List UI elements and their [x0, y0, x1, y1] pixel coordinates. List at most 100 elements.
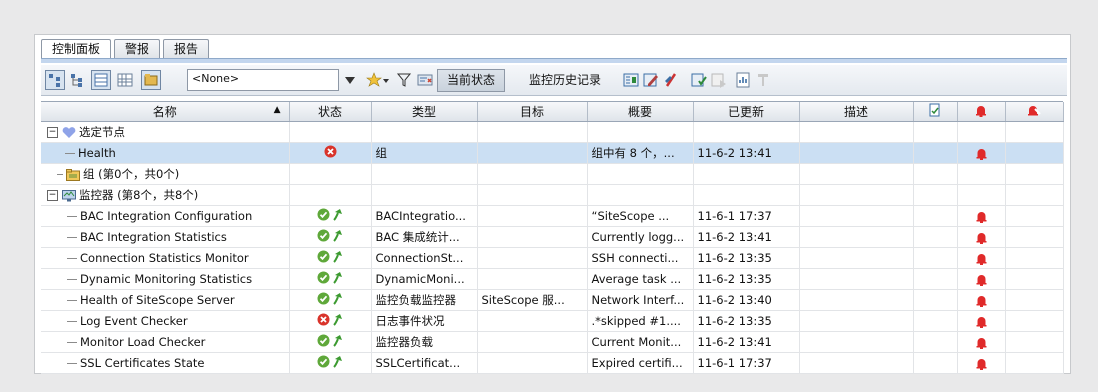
tree-row-selected-nodes[interactable]: − 选定节点: [41, 121, 1064, 143]
monitor-alert: [957, 289, 1006, 311]
tree-row-groups[interactable]: 组 (第0个，共0个): [41, 163, 1064, 185]
monitor-alert: [957, 331, 1006, 353]
monitor-row[interactable]: Health of SiteScope Server 监控负载监控器 SiteSco…: [41, 289, 1064, 311]
col-header-updated[interactable]: 已更新: [693, 102, 800, 122]
table-view-icon[interactable]: [91, 70, 111, 90]
alert-bell-icon: [976, 274, 986, 286]
chevron-down-icon[interactable]: [340, 70, 360, 90]
favorite-dropdown-icon[interactable]: [382, 72, 390, 88]
col-header-acknowledged[interactable]: [913, 102, 958, 122]
tab-dashboard[interactable]: 控制面板: [41, 39, 112, 60]
alert-bell-icon: [976, 148, 986, 160]
col-header-summary[interactable]: 概要: [587, 102, 694, 122]
monitor-summary: Current Monit...: [587, 331, 694, 353]
monitor-acknowledged: [913, 352, 958, 374]
tree-row-monitors[interactable]: − 监控器 (第8个，共8个): [41, 184, 1064, 206]
monitor-target: [477, 352, 588, 374]
monitor-acknowledged: [913, 226, 958, 248]
folder-view-icon[interactable]: [141, 70, 161, 90]
monitor-alert: [957, 310, 1006, 332]
monitor-acknowledged: [913, 310, 958, 332]
trend-up-icon: [332, 209, 342, 221]
tree-connector: [67, 258, 77, 259]
monitor-acknowledged: [913, 331, 958, 353]
tree-connector: [67, 321, 77, 322]
monitor-description: [799, 226, 914, 248]
properties-icon[interactable]: [623, 72, 639, 88]
monitor-row[interactable]: Connection Statistics Monitor ConnectionS…: [41, 247, 1064, 269]
col-header-alerts[interactable]: [957, 102, 1006, 122]
ok-status-icon: [317, 271, 329, 284]
tree-connector: [67, 342, 77, 343]
monitor-alert-disabled: [1005, 310, 1064, 332]
monitor-row[interactable]: Log Event Checker 日志事件状况 .*skipped #1.... 1…: [41, 310, 1064, 332]
hierarchy-view-icon[interactable]: [69, 72, 85, 88]
monitor-type: 监控负载监控器: [371, 289, 478, 311]
monitor-history-button[interactable]: 监控历史记录: [519, 69, 611, 92]
monitor-description: [799, 205, 914, 227]
monitor-name: Log Event Checker: [80, 314, 188, 328]
alert-bell-icon: [976, 295, 986, 307]
col-header-type[interactable]: 类型: [371, 102, 478, 122]
monitor-updated: 11-6-2 13:41: [693, 226, 800, 248]
filter-select[interactable]: <None>: [187, 69, 355, 91]
monitor-updated: 11-6-1 17:37: [693, 205, 800, 227]
clear-filter-icon[interactable]: [417, 72, 433, 88]
monitor-summary: SSH connecti...: [587, 247, 694, 269]
monitor-acknowledged: [913, 247, 958, 269]
col-header-status[interactable]: 状态: [289, 102, 372, 122]
monitor-target: [477, 331, 588, 353]
monitor-alert-disabled: [1005, 268, 1064, 290]
ok-status-icon: [317, 250, 329, 263]
disable-icon[interactable]: [663, 72, 679, 88]
monitor-alert: [957, 268, 1006, 290]
current-state-button[interactable]: 当前状态: [437, 69, 506, 92]
monitor-target: [477, 310, 588, 332]
monitor-updated: 11-6-2 13:35: [693, 247, 800, 269]
groups-label: 组 (第0个，共0个): [83, 167, 180, 181]
trend-up-icon: [332, 251, 342, 263]
monitor-target: [477, 247, 588, 269]
monitor-row[interactable]: BAC Integration Statistics BAC 集成统计... Cur…: [41, 226, 1064, 248]
monitor-acknowledged: [913, 289, 958, 311]
acknowledge-icon[interactable]: [691, 72, 707, 88]
monitor-target: [477, 205, 588, 227]
col-header-name[interactable]: 名称 ▲: [41, 102, 290, 122]
tree-row-health[interactable]: Health 组 组中有 8 个，... 11-6-2 13:41: [41, 142, 1064, 164]
monitor-updated: 11-6-2 13:40: [693, 289, 800, 311]
col-header-description[interactable]: 描述: [799, 102, 914, 122]
col-header-alert-disabled[interactable]: [1005, 102, 1064, 122]
group-folder-icon: [66, 168, 80, 181]
monitor-type: DynamicMoni...: [371, 268, 478, 290]
alert-bell-icon: [976, 211, 986, 223]
monitor-table: 名称 ▲ 状态 类型 目标 概要 已更新 描述 − 选定节点 Health 组 …: [41, 101, 1064, 374]
ok-status-icon: [317, 208, 329, 221]
monitor-row[interactable]: Dynamic Monitoring Statistics DynamicMoni…: [41, 268, 1064, 290]
tree-view-icon[interactable]: [45, 70, 65, 90]
monitor-description: [799, 268, 914, 290]
report-icon[interactable]: [735, 72, 751, 88]
run-icon[interactable]: [711, 72, 727, 88]
col-header-target[interactable]: 目标: [477, 102, 588, 122]
monitor-name: Dynamic Monitoring Statistics: [80, 272, 253, 286]
grid-view-icon[interactable]: [117, 72, 133, 88]
edit-icon[interactable]: [643, 72, 659, 88]
monitor-summary: Network Interf...: [587, 289, 694, 311]
bell-icon: [976, 105, 986, 117]
monitor-acknowledged: [913, 268, 958, 290]
tools-icon[interactable]: [755, 72, 771, 88]
monitor-type: SSLCertificat...: [371, 352, 478, 374]
monitor-target: [477, 226, 588, 248]
favorite-filter-icon[interactable]: [366, 72, 382, 88]
alert-bell-icon: [976, 358, 986, 370]
monitor-alert: [957, 205, 1006, 227]
collapse-icon[interactable]: −: [47, 190, 58, 201]
bell-disabled-icon: [1028, 105, 1041, 115]
monitor-row[interactable]: Monitor Load Checker 监控器负载 Current Monit..…: [41, 331, 1064, 353]
monitor-row[interactable]: BAC Integration Configuration BACIntegrat…: [41, 205, 1064, 227]
monitor-row[interactable]: SSL Certificates State SSLCertificat... Ex…: [41, 352, 1064, 374]
tab-reports[interactable]: 报告: [163, 39, 210, 59]
tab-alerts[interactable]: 警报: [114, 39, 161, 59]
collapse-icon[interactable]: −: [47, 127, 58, 138]
filter-icon[interactable]: [396, 72, 412, 88]
